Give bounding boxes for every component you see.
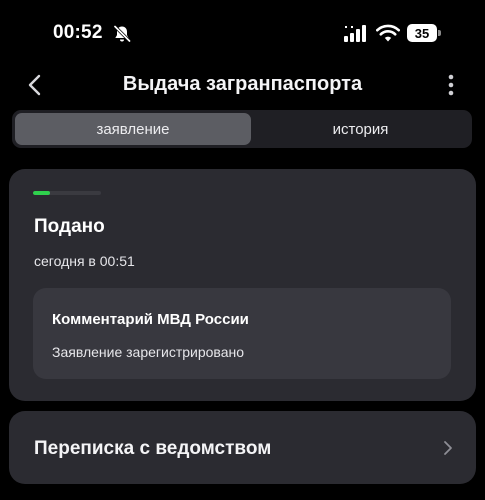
more-vertical-icon[interactable] — [442, 73, 460, 97]
comment-title: Комментарий МВД России — [52, 311, 249, 328]
chevron-right-icon — [444, 441, 452, 455]
wifi-icon — [376, 24, 400, 42]
signal-icon — [344, 25, 366, 42]
status-time: 00:52 — [53, 22, 103, 43]
tab-switcher: заявление история — [12, 110, 472, 148]
progress-fill — [33, 191, 50, 195]
correspondence-label: Переписка с ведомством — [34, 438, 272, 459]
progress-bar — [33, 191, 101, 195]
comment-box: Комментарий МВД России Заявление зарегис… — [33, 288, 451, 379]
tab-application[interactable]: заявление — [15, 113, 251, 145]
bell-muted-icon — [113, 25, 131, 43]
page-title: Выдача загранпаспорта — [122, 73, 363, 95]
battery-level: 35 — [414, 25, 430, 41]
status-title: Подано — [34, 216, 105, 237]
battery-icon: 35 — [407, 24, 437, 42]
battery-tip — [438, 30, 441, 36]
tab-history[interactable]: история — [252, 113, 469, 145]
correspondence-button[interactable]: Переписка с ведомством — [9, 411, 476, 484]
status-card: Подано сегодня в 00:51 Комментарий МВД Р… — [9, 169, 476, 401]
status-date: сегодня в 00:51 — [34, 253, 135, 269]
status-bar: 00:52 35 — [0, 0, 485, 62]
comment-text: Заявление зарегистрировано — [52, 344, 245, 360]
